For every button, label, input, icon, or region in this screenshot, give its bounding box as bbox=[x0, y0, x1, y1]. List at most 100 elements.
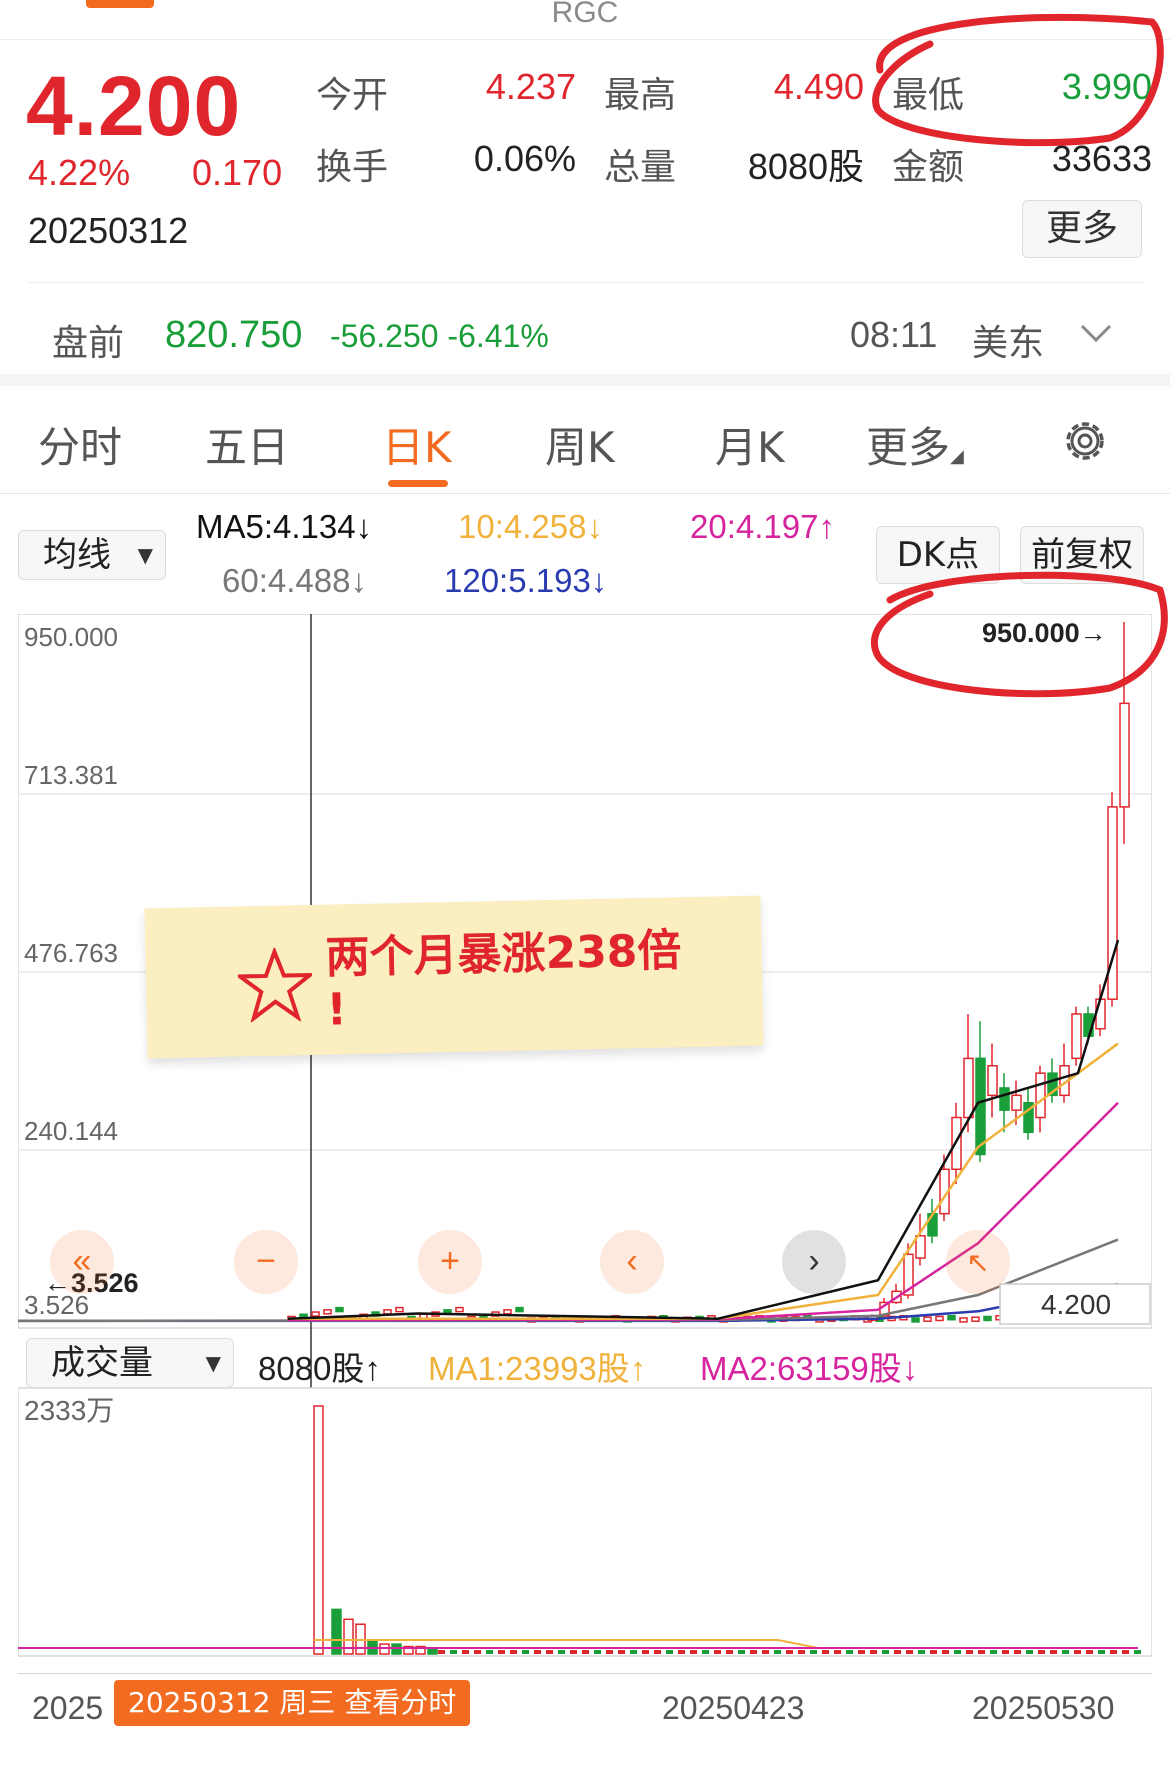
volume-bar bbox=[1062, 1650, 1069, 1654]
annotation-sticker: 两个月暴涨238倍 ! bbox=[144, 895, 764, 1059]
high-label: 最高 bbox=[604, 75, 677, 116]
candle bbox=[983, 1315, 992, 1322]
high-value: 4.490 bbox=[773, 66, 864, 107]
volume-bar bbox=[594, 1650, 601, 1654]
candle bbox=[959, 1317, 968, 1323]
candle bbox=[455, 1306, 464, 1313]
kline-chart[interactable]: 950.000 713.381 476.763 240.144 3.526 95… bbox=[17, 613, 1153, 1675]
volume-bar bbox=[1002, 1650, 1009, 1654]
kline-chart-svg[interactable]: 950.000 713.381 476.763 240.144 3.526 95… bbox=[17, 613, 1153, 1675]
open-value: 4.237 bbox=[485, 66, 576, 107]
candle bbox=[311, 1311, 320, 1317]
volume-bar bbox=[858, 1650, 865, 1654]
turnover-label: 换手 bbox=[316, 147, 389, 188]
candle bbox=[987, 1065, 998, 1097]
volume-bar bbox=[678, 1650, 685, 1654]
volume-bar bbox=[522, 1650, 529, 1654]
volume-bar bbox=[1050, 1650, 1057, 1654]
candle bbox=[999, 1087, 1010, 1111]
volume-bar bbox=[474, 1650, 481, 1654]
candle bbox=[915, 1235, 926, 1259]
gear-icon[interactable] bbox=[1060, 416, 1110, 466]
plus-icon: + bbox=[440, 1242, 460, 1280]
candle bbox=[1035, 1072, 1046, 1119]
x-label-end: 20250530 bbox=[972, 1690, 1115, 1726]
volume-bar bbox=[486, 1650, 493, 1654]
volume-bar bbox=[427, 1648, 438, 1655]
volume-bar bbox=[918, 1650, 925, 1654]
volume-bar bbox=[630, 1650, 637, 1654]
volume-current: 8080股↑ bbox=[258, 1350, 381, 1387]
volume-bar bbox=[558, 1650, 565, 1654]
premarket-row[interactable]: 盘前 820.750 -56.250 -6.41% 08:11 美东 bbox=[0, 294, 1170, 386]
volume-bar bbox=[894, 1650, 901, 1654]
volume-bar bbox=[882, 1650, 889, 1654]
volume-bar bbox=[846, 1650, 853, 1654]
volume-bar bbox=[1098, 1650, 1105, 1654]
tab-monthly-k[interactable]: 月K bbox=[715, 414, 785, 475]
active-tab-indicator bbox=[388, 480, 448, 487]
volume-bar bbox=[714, 1650, 721, 1654]
quote-date: 20250312 bbox=[28, 210, 189, 251]
ma60-value: 60:4.488↓ bbox=[222, 562, 367, 599]
tab-more[interactable]: 更多◢ bbox=[866, 414, 964, 475]
volume-ma1: MA1:23993股↑ bbox=[428, 1350, 647, 1387]
volume-label: 总量 bbox=[604, 147, 677, 188]
volume-bar bbox=[726, 1650, 733, 1654]
volume-bar bbox=[379, 1643, 390, 1655]
volume-bar bbox=[1026, 1650, 1033, 1654]
volume-bar bbox=[786, 1650, 793, 1654]
candle bbox=[515, 1306, 524, 1313]
more-details-button[interactable]: 更多 bbox=[1022, 200, 1142, 258]
volume-bar bbox=[954, 1650, 961, 1654]
x-label-middle: 20250423 bbox=[662, 1690, 805, 1726]
volume-bar bbox=[1038, 1650, 1045, 1654]
volume-bar bbox=[313, 1405, 324, 1655]
volume-indicator-select[interactable]: 成交量 ▼ bbox=[26, 1338, 234, 1388]
volume-bar bbox=[642, 1650, 649, 1654]
minus-icon: − bbox=[256, 1242, 276, 1280]
volume-ma2: MA2:63159股↓ bbox=[700, 1350, 919, 1387]
y-tick-2: 713.381 bbox=[24, 760, 118, 790]
volume-bar bbox=[582, 1650, 589, 1654]
last-price: 4.200 bbox=[26, 59, 242, 153]
volume-bar bbox=[1122, 1650, 1129, 1654]
y-tick-4: 240.144 bbox=[24, 1116, 118, 1146]
indicator-select[interactable]: 均线 ▼ bbox=[18, 530, 166, 580]
chevron-left-icon: ‹ bbox=[626, 1242, 637, 1280]
y-tick-3: 476.763 bbox=[24, 938, 118, 968]
volume-bar bbox=[1134, 1650, 1141, 1654]
tab-daily-k[interactable]: 日K bbox=[382, 414, 452, 475]
candle bbox=[1095, 998, 1106, 1030]
candle bbox=[963, 1057, 974, 1119]
period-tabs: 分时 五日 日K 周K 月K 更多◢ bbox=[0, 396, 1170, 494]
candle bbox=[323, 1309, 332, 1315]
volume-bar bbox=[498, 1650, 505, 1654]
candle bbox=[911, 1317, 920, 1323]
volume-panel-frame bbox=[17, 1387, 1153, 1657]
view-intraday-tag[interactable]: 20250312 周三 查看分时 bbox=[114, 1680, 471, 1726]
volume-bar bbox=[654, 1650, 661, 1654]
chevron-down-icon[interactable] bbox=[1078, 318, 1114, 356]
volume-bar bbox=[1014, 1650, 1021, 1654]
arrow-up-left-icon: ↖ bbox=[966, 1247, 989, 1278]
volume-bar bbox=[462, 1650, 469, 1654]
star-icon bbox=[237, 946, 313, 1023]
change-percent: 4.22% bbox=[28, 152, 131, 193]
candle bbox=[971, 1316, 980, 1322]
volume-bar bbox=[906, 1650, 913, 1654]
tab-five-day[interactable]: 五日 bbox=[205, 414, 289, 475]
volume-legend-row: 成交量 ▼ 8080股↑ MA1:23993股↑ MA2:63159股↓ bbox=[0, 1334, 1170, 1394]
ma10-value: 10:4.258↓ bbox=[458, 508, 603, 545]
tab-intraday[interactable]: 分时 bbox=[38, 414, 122, 475]
volume-bar bbox=[1110, 1650, 1117, 1654]
volume-bar bbox=[702, 1650, 709, 1654]
premarket-label: 盘前 bbox=[52, 323, 125, 364]
premarket-price: 820.750 bbox=[165, 314, 303, 356]
volume-bar bbox=[810, 1650, 817, 1654]
ma120-value: 120:5.193↓ bbox=[444, 562, 608, 599]
premarket-timezone: 美东 bbox=[972, 323, 1045, 364]
volume-bar bbox=[750, 1650, 757, 1654]
tab-weekly-k[interactable]: 周K bbox=[545, 414, 615, 475]
candle bbox=[923, 1316, 932, 1322]
